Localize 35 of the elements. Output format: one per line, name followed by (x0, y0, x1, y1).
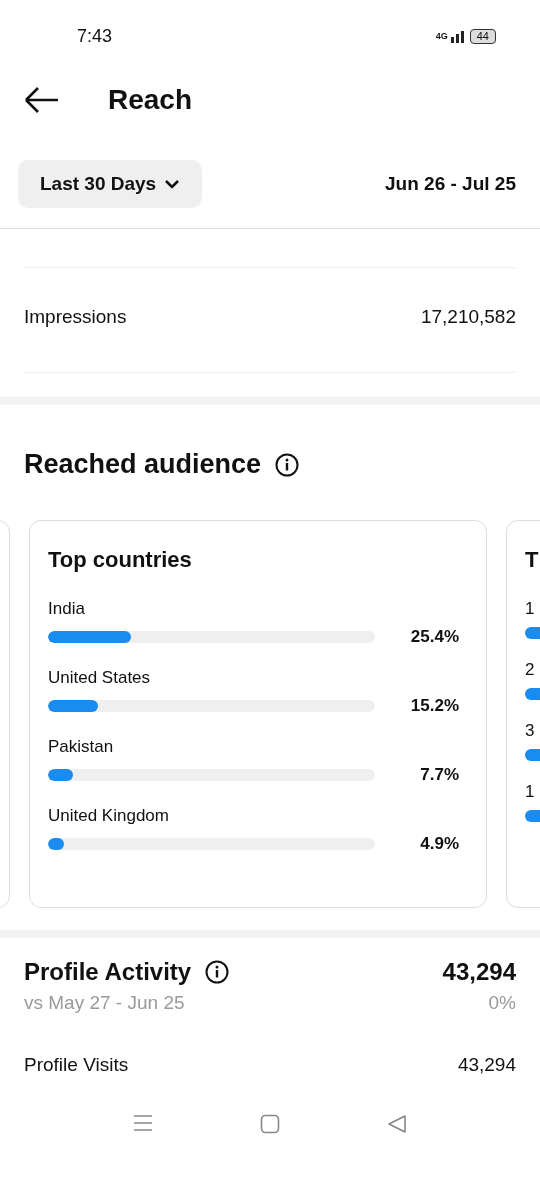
activity-total: 43,294 (442, 958, 516, 986)
row-value: 7.7% (419, 765, 459, 785)
section-title: Reached audience (24, 449, 262, 480)
change-percent: 0% (488, 992, 516, 1014)
status-time: 7:43 (77, 25, 113, 47)
chevron-down-icon (164, 179, 181, 189)
row-value: 15.2% (409, 696, 459, 716)
info-icon[interactable] (205, 960, 230, 984)
row-label: Pakistan (48, 737, 115, 757)
impressions-label: Impressions (24, 306, 127, 328)
section-title: Profile Activity (24, 958, 192, 986)
battery-indicator: 44 (469, 28, 496, 44)
back-arrow-icon[interactable] (24, 86, 60, 114)
metric-value: 43,294 (457, 1054, 516, 1076)
page-title: Reach (108, 84, 193, 116)
row-label: 3 (525, 721, 536, 741)
row-label: India (48, 599, 86, 619)
row-value: 25.4% (409, 627, 459, 647)
row-label: 1 (525, 599, 536, 619)
date-range: Jun 26 - Jul 25 (385, 173, 516, 195)
metric-label: Profile Visits (24, 1054, 129, 1076)
row-label: 2 (525, 660, 536, 680)
row-label: United States (48, 668, 152, 688)
info-icon[interactable] (275, 452, 300, 477)
home-square-icon[interactable] (260, 1114, 280, 1134)
impressions-value: 17,210,582 (420, 306, 516, 328)
row-label: 1 (525, 782, 536, 802)
network-type: 4G (435, 30, 448, 41)
row-label: United Kingdom (48, 806, 170, 826)
card-title: T (525, 547, 540, 573)
card-title: Top countries (48, 547, 193, 573)
back-triangle-icon[interactable] (387, 1114, 407, 1134)
row-value: 4.9% (419, 834, 459, 854)
comparison-period: vs May 27 - Jun 25 (24, 992, 185, 1014)
date-range-dropdown[interactable]: Last 30 Days (18, 160, 203, 208)
